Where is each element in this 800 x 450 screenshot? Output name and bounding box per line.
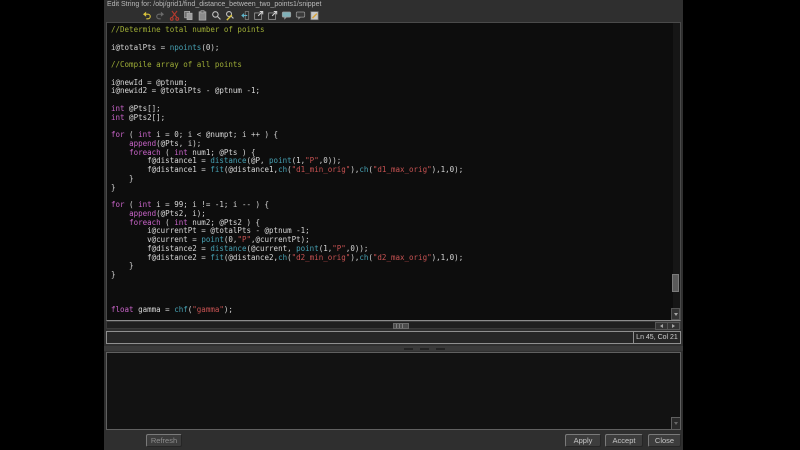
comment-icon[interactable] — [280, 9, 292, 21]
code-line: f@distance2 = fit(@distance2,ch("d2_min_… — [111, 252, 464, 262]
accept-button[interactable]: Accept — [605, 434, 643, 447]
vertical-scrollbar[interactable] — [671, 23, 680, 320]
footer-bar: Refresh Apply Accept Close — [104, 430, 683, 450]
secondary-text-area[interactable] — [106, 352, 681, 430]
code-line: } — [111, 261, 134, 271]
triangle-down-icon — [673, 312, 678, 316]
code-line: f@distance1 = fit(@distance1,ch("d1_min_… — [111, 165, 464, 174]
triangle-left-icon — [660, 324, 663, 328]
splitter-grip — [420, 348, 429, 350]
find-icon[interactable] — [210, 9, 222, 21]
splitter-grip — [436, 348, 445, 350]
code-line: i@newid2 = @totalPts - @ptnum -1; — [111, 86, 261, 96]
edit-string-dialog: Edit String for: /obj/grid1/find_distanc… — [104, 0, 683, 450]
find-replace-icon[interactable] — [224, 9, 236, 21]
code-line: //Determine total number of points — [111, 25, 265, 34]
copy-icon[interactable] — [182, 9, 194, 21]
expand-window-icon[interactable] — [252, 9, 264, 21]
vertical-scrollbar-thumb[interactable] — [672, 274, 679, 292]
redo-icon[interactable] — [154, 9, 166, 21]
screen: Edit String for: /obj/grid1/find_distanc… — [0, 0, 800, 450]
scroll-down-button[interactable] — [671, 308, 680, 320]
code-line: } — [111, 182, 116, 192]
close-button[interactable]: Close — [648, 434, 681, 447]
triangle-right-icon — [672, 324, 675, 328]
code-line: } — [111, 270, 116, 279]
undo-icon[interactable] — [140, 9, 152, 21]
toolbar-icons — [140, 9, 320, 22]
code-editor[interactable]: //Determine total number of points i@tot… — [106, 22, 681, 321]
secondary-scroll-down-button[interactable] — [671, 417, 680, 429]
apply-button[interactable]: Apply — [565, 434, 601, 447]
refresh-button[interactable]: Refresh — [146, 434, 182, 447]
code-line: } — [111, 173, 134, 183]
status-bar: Ln 45, Col 21 — [106, 331, 681, 344]
horizontal-scrollbar[interactable] — [106, 321, 681, 330]
uncomment-icon[interactable] — [294, 9, 306, 21]
horizontal-scrollbar-thumb[interactable] — [393, 323, 409, 329]
scroll-right-button[interactable] — [667, 322, 680, 330]
goto-line-icon[interactable] — [238, 9, 250, 21]
cut-icon[interactable] — [168, 9, 180, 21]
window-title: Edit String for: /obj/grid1/find_distanc… — [107, 1, 322, 8]
splitter-grip — [404, 348, 413, 350]
code-line: //Compile array of all points — [111, 60, 242, 69]
pane-splitter[interactable] — [104, 346, 683, 351]
triangle-down-icon — [674, 422, 678, 425]
code-line: int @Pts2[]; — [111, 112, 166, 122]
code-line: i@totalPts = npoints(0); — [111, 42, 220, 52]
paste-icon[interactable] — [196, 9, 208, 21]
title-bar: Edit String for: /obj/grid1/find_distanc… — [104, 0, 683, 9]
cursor-position: Ln 45, Col 21 — [633, 332, 680, 343]
code-content: //Determine total number of points i@tot… — [111, 25, 464, 315]
shrink-window-icon[interactable] — [266, 9, 278, 21]
external-editor-icon[interactable] — [308, 9, 320, 21]
code-line: float gamma = chf("gamma"); — [111, 305, 233, 314]
